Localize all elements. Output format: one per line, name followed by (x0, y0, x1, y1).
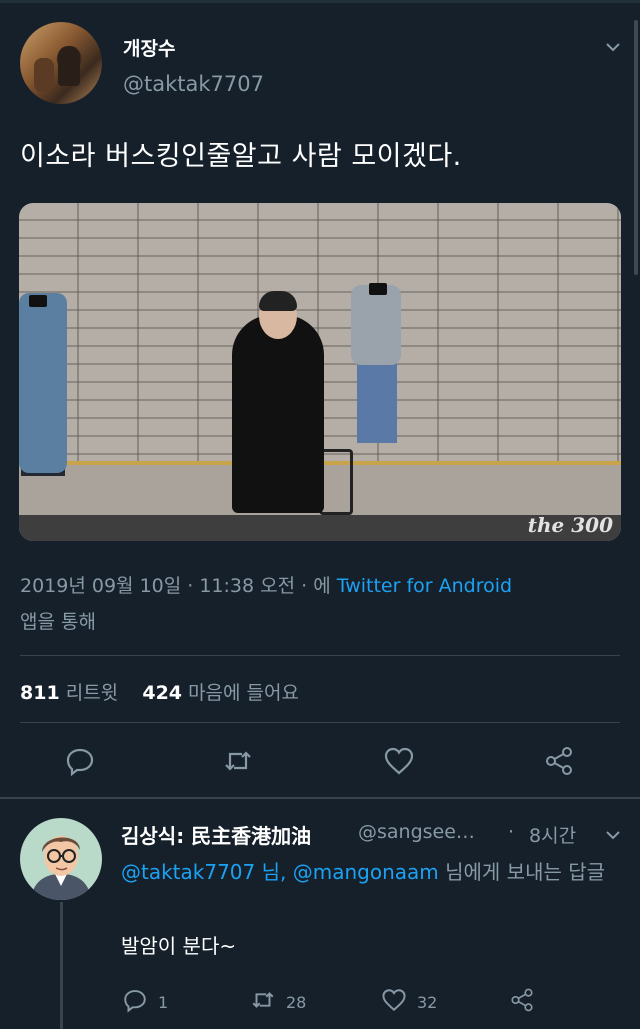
separator-dot: · (508, 821, 515, 843)
tweet-media-image[interactable]: the 300 (19, 203, 621, 541)
retweet-label[interactable]: 리트윗 (66, 682, 118, 704)
chevron-down-icon[interactable] (604, 38, 622, 56)
replying-to: @taktak7707 님, @mangonaam 님에게 보내는 답글 (121, 854, 621, 890)
reply-icon[interactable] (64, 745, 96, 777)
reply-icon[interactable] (122, 987, 148, 1017)
chevron-down-icon[interactable] (604, 826, 622, 844)
retweet-count: 28 (286, 992, 307, 1012)
camera-icon (369, 283, 387, 295)
divider (20, 655, 620, 656)
date-time: 2019년 09월 10일 · 11:38 오전 · 에 (20, 575, 337, 597)
photographer-right (357, 363, 397, 443)
like-count[interactable]: 424 (142, 682, 182, 704)
like-button[interactable]: 32 (381, 988, 437, 1016)
share-button[interactable] (509, 988, 535, 1016)
retweet-count[interactable]: 811 (20, 682, 60, 704)
retweet-button[interactable]: 28 (250, 988, 306, 1016)
display-name[interactable]: 김상식: 民主香港加油 (121, 820, 311, 849)
share-icon[interactable] (543, 745, 575, 777)
source-link[interactable]: Twitter for Android (337, 575, 512, 597)
divider (20, 722, 620, 723)
avatar-figure (34, 58, 54, 92)
reply-text: 발암이 분다~ (121, 934, 237, 958)
reply-time: 8시간 (529, 825, 577, 847)
display-name[interactable]: 개장수 (123, 34, 175, 61)
top-border (0, 0, 640, 3)
user-handle[interactable]: @taktak7707 (123, 72, 264, 96)
reply-count: 1 (158, 992, 169, 1012)
retweet-icon[interactable] (250, 987, 276, 1017)
chair (319, 449, 353, 515)
share-icon[interactable] (509, 987, 535, 1017)
reply-button[interactable]: 1 (122, 988, 168, 1016)
scrollbar[interactable] (634, 20, 638, 275)
engagement-stats: 811 리트윗 424 마음에 들어요 (20, 678, 299, 705)
tweet-timestamp: 2019년 09월 10일 · 11:38 오전 · 에 Twitter for… (20, 571, 512, 598)
camera-icon (29, 295, 47, 307)
like-icon[interactable] (381, 987, 407, 1017)
woman-in-black (232, 315, 324, 513)
like-label[interactable]: 마음에 들어요 (188, 682, 299, 704)
reply-to-suffix: 님에게 보내는 답글 (438, 860, 606, 884)
via-label: 앱을 통해 (20, 611, 96, 633)
thread-line (60, 902, 63, 1029)
retweet-icon[interactable] (222, 745, 254, 777)
photographer-right (351, 285, 401, 365)
user-handle[interactable]: @sangsee… (358, 821, 475, 843)
woman-hair (259, 291, 297, 311)
like-icon[interactable] (383, 745, 415, 777)
mention-joiner: 님, (255, 860, 293, 884)
photographer-left (19, 293, 67, 473)
tweet-separator (0, 797, 640, 799)
like-count: 32 (417, 992, 438, 1012)
avatar[interactable] (20, 818, 102, 900)
avatar[interactable] (20, 22, 102, 104)
tweet-text: 이소라 버스킹인줄알고 사람 모이겠다. (20, 141, 462, 172)
media-watermark: the 300 (527, 513, 613, 537)
mention-link[interactable]: @mangonaam (293, 860, 439, 884)
mention-link[interactable]: @taktak7707 (121, 860, 255, 884)
avatar-figure (58, 46, 80, 86)
